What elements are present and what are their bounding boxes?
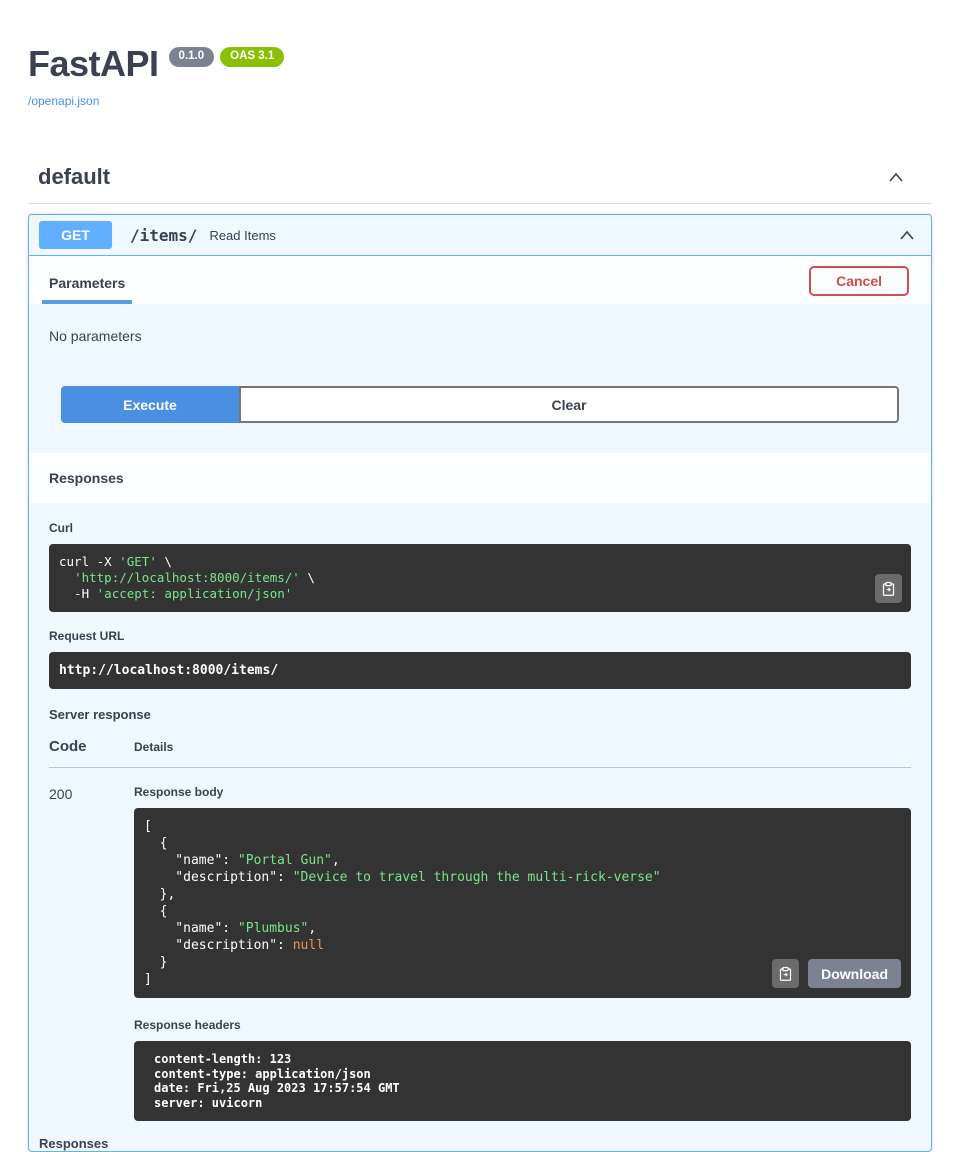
curl-command-block: curl -X 'GET' \ 'http://localhost:8000/i… (49, 544, 911, 612)
execute-row: Execute Clear (29, 386, 931, 423)
request-url-value: http://localhost:8000/items/ (59, 663, 278, 678)
request-url-label: Request URL (49, 629, 911, 643)
response-body-actions: Download (772, 959, 901, 988)
server-response-row: 200 Response body [ { "name": "Portal Gu… (49, 768, 911, 1121)
oas-badge: OAS 3.1 (220, 47, 284, 67)
response-details: Response body [ { "name": "Portal Gun", … (134, 785, 911, 1121)
curl-command-text: curl -X 'GET' \ 'http://localhost:8000/i… (59, 554, 901, 602)
chevron-up-icon[interactable] (886, 168, 906, 186)
response-body-block: [ { "name": "Portal Gun", "description":… (134, 808, 911, 998)
curl-label: Curl (49, 521, 911, 535)
clipboard-copy-icon[interactable] (875, 574, 902, 603)
api-info-section: FastAPI 0.1.0 OAS 3.1 /openapi.json (28, 0, 932, 110)
parameters-tab-label: Parameters (49, 275, 125, 291)
response-headers-label: Response headers (134, 1018, 911, 1032)
response-headers-text: content-length: 123content-type: applica… (154, 1052, 891, 1110)
operation-summary[interactable]: GET /items/ Read Items (29, 215, 931, 256)
swagger-ui-page: FastAPI 0.1.0 OAS 3.1 /openapi.json defa… (0, 0, 960, 1152)
tag-section-header-default[interactable]: default (28, 164, 932, 204)
operation-body: Parameters Cancel No parameters Execute … (29, 256, 931, 1151)
response-body-label: Response body (134, 785, 911, 799)
api-badges: 0.1.0 OAS 3.1 (169, 47, 285, 67)
get-method-badge: GET (39, 221, 112, 249)
responses-doc-label: Responses (39, 1136, 911, 1151)
responses-section-title: Responses (49, 470, 911, 486)
server-response-label: Server response (49, 707, 911, 722)
status-code: 200 (49, 785, 134, 1121)
response-headers-block: content-length: 123content-type: applica… (134, 1041, 911, 1121)
chevron-up-icon[interactable] (897, 226, 917, 244)
server-response-table-header: Code Details (49, 738, 911, 755)
tag-title: default (38, 164, 110, 190)
tab-parameters[interactable]: Parameters (42, 275, 132, 304)
details-column-header: Details (134, 740, 173, 754)
execute-button[interactable]: Execute (61, 386, 239, 423)
operation-summary-text: Read Items (209, 228, 897, 243)
clear-button[interactable]: Clear (239, 386, 899, 423)
responses-inner: Curl curl -X 'GET' \ 'http://localhost:8… (29, 503, 931, 1151)
code-column-header: Code (49, 738, 134, 755)
api-title: FastAPI (28, 46, 159, 82)
download-button[interactable]: Download (808, 959, 901, 988)
parameters-header: Parameters Cancel (29, 256, 931, 304)
operation-block-get-items: GET /items/ Read Items Parameters Cancel… (28, 214, 932, 1152)
parameters-body: No parameters (29, 304, 931, 386)
api-title-row: FastAPI 0.1.0 OAS 3.1 (28, 46, 932, 82)
request-url-block: http://localhost:8000/items/ (49, 652, 911, 689)
clipboard-copy-icon[interactable] (772, 959, 799, 988)
cancel-button[interactable]: Cancel (809, 266, 909, 296)
operation-path: /items/ (130, 226, 197, 245)
openapi-spec-link[interactable]: /openapi.json (28, 94, 99, 108)
version-badge: 0.1.0 (169, 47, 215, 67)
responses-section-header: Responses (29, 453, 931, 503)
no-parameters-text: No parameters (49, 328, 911, 344)
